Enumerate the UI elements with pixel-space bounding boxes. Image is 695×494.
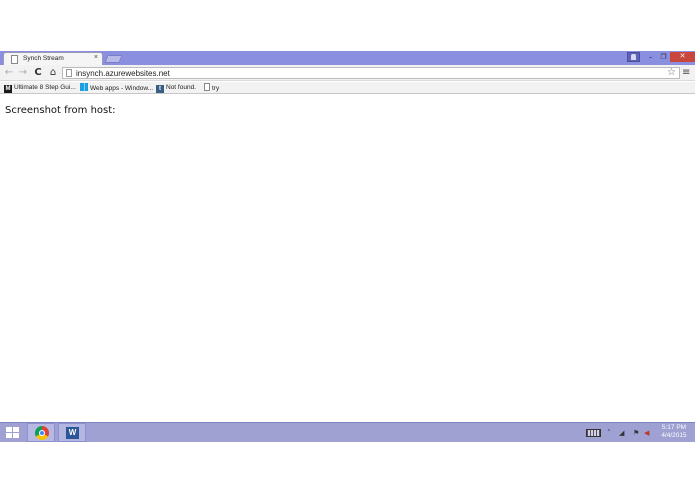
screen: Synch Stream × – ❐ ✕ ← → C ⌂ insynch.azu… — [0, 0, 695, 494]
taskbar-word[interactable]: W — [58, 423, 86, 442]
bookmark-item[interactable]: Web apps - Window... — [80, 83, 153, 92]
clock-time: 5:17 PM — [661, 424, 687, 431]
windows-logo-icon — [6, 433, 12, 438]
bookmark-label: try — [212, 85, 220, 92]
taskbar-chrome[interactable] — [27, 423, 55, 442]
address-bar-url[interactable]: insynch.azurewebsites.net — [76, 68, 170, 79]
page-heading: Screenshot from host: — [5, 105, 116, 116]
profile-button[interactable] — [627, 52, 640, 62]
start-button[interactable] — [6, 427, 20, 439]
address-bar[interactable]: insynch.azurewebsites.net — [62, 67, 680, 79]
minimize-button[interactable]: – — [644, 52, 657, 62]
medium-logo-icon: M — [4, 85, 12, 93]
windows-logo-icon — [6, 427, 12, 432]
home-button[interactable]: ⌂ — [47, 66, 59, 79]
tab-title: Synch Stream — [23, 55, 64, 62]
tab-synch-stream[interactable]: Synch Stream × — [3, 52, 103, 66]
bookmark-label: Web apps - Window... — [90, 85, 154, 92]
page-icon — [204, 83, 210, 91]
close-window-button[interactable]: ✕ — [670, 52, 695, 62]
tab-close-icon[interactable]: × — [94, 54, 98, 61]
volume-icon[interactable]: ◀ — [644, 428, 649, 438]
person-icon — [631, 54, 636, 60]
bookmark-item[interactable]: t Not found. — [156, 83, 196, 93]
bookmark-label: Ultimate 8 Step Gui... — [14, 84, 76, 91]
word-icon: W — [66, 427, 79, 439]
system-clock[interactable]: 5:17 PM 4/4/2015 — [659, 424, 689, 440]
reload-button[interactable]: C — [32, 66, 44, 79]
network-signal-icon[interactable]: ◢ — [619, 428, 624, 438]
new-tab-button[interactable] — [104, 55, 123, 63]
restore-button[interactable]: ❐ — [657, 52, 670, 62]
chrome-menu-icon[interactable]: ≡ — [682, 67, 690, 78]
bookmark-star-icon[interactable]: ☆ — [667, 67, 676, 78]
page-icon — [66, 69, 72, 77]
bookmark-item[interactable]: try — [204, 83, 219, 92]
windows-logo-icon — [80, 83, 88, 91]
back-button[interactable]: ← — [3, 66, 15, 79]
chrome-icon — [35, 426, 49, 440]
windows-logo-icon — [13, 433, 19, 438]
show-hidden-icons-icon[interactable]: ˄ — [607, 428, 611, 438]
action-center-flag-icon[interactable]: ⚑ — [633, 428, 639, 438]
bookmark-item[interactable]: M Ultimate 8 Step Gui... — [4, 83, 76, 93]
bookmark-label: Not found. — [166, 84, 196, 91]
forward-button[interactable]: → — [17, 66, 29, 79]
clock-date: 4/4/2015 — [661, 432, 687, 439]
keyboard-icon[interactable] — [586, 429, 601, 437]
page-icon — [11, 55, 18, 64]
windows-logo-icon — [13, 427, 19, 432]
tumblr-logo-icon: t — [156, 85, 164, 93]
